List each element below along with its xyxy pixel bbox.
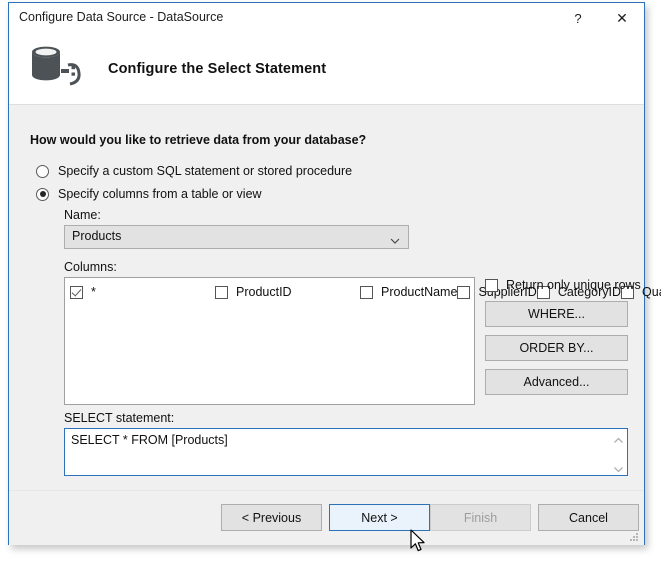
checkbox-icon-productname[interactable] (360, 285, 373, 299)
cancel-button[interactable]: Cancel (538, 504, 639, 531)
previous-button[interactable]: < Previous (221, 504, 322, 531)
checkbox-icon-all[interactable] (70, 285, 83, 299)
page-title: Configure the Select Statement (108, 61, 327, 77)
help-button[interactable]: ? (556, 3, 600, 34)
name-label: Name: (64, 208, 101, 222)
table-name-value: Products (72, 229, 122, 243)
table-name-dropdown[interactable]: Products (64, 225, 409, 249)
dialog-body: How would you like to retrieve data from… (9, 105, 661, 490)
next-button[interactable]: Next > (329, 504, 430, 531)
column-label: QuantityPerUnit (642, 285, 661, 299)
column-item[interactable]: * (70, 283, 215, 301)
column-item[interactable]: ProductID (215, 283, 360, 301)
checkbox-icon-productid[interactable] (215, 285, 228, 299)
radio-columns-table[interactable]: Specify columns from a table or view (36, 185, 262, 203)
database-connection-icon (27, 42, 83, 96)
select-statement-scrollbar[interactable] (609, 429, 627, 475)
return-unique-rows-label: Return only unique rows (506, 278, 641, 292)
finish-button: Finish (430, 504, 531, 531)
return-unique-rows-checkbox[interactable]: Return only unique rows (485, 278, 641, 292)
dialog-footer: < Previous Next > Finish Cancel (9, 490, 644, 545)
close-button[interactable]: ✕ (600, 3, 644, 34)
radio-label-columns-table: Specify columns from a table or view (58, 187, 262, 201)
radio-icon-columns-table[interactable] (36, 187, 49, 201)
advanced-button[interactable]: Advanced... (485, 369, 628, 395)
column-item[interactable]: ProductName (360, 283, 457, 301)
radio-icon-custom-sql[interactable] (36, 164, 49, 178)
scroll-up-icon[interactable] (613, 433, 624, 443)
dialog-header: Configure the Select Statement (9, 34, 644, 105)
order-by-button[interactable]: ORDER BY... (485, 335, 628, 361)
where-button[interactable]: WHERE... (485, 301, 628, 327)
columns-grid: * ProductID ProductName SupplierID Categ… (70, 283, 661, 301)
scroll-down-icon[interactable] (613, 461, 624, 473)
window-title: Configure Data Source - DataSource (19, 10, 224, 24)
configure-data-source-dialog: Configure Data Source - DataSource ? ✕ C… (8, 2, 661, 545)
close-icon: ✕ (616, 10, 628, 26)
title-bar: Configure Data Source - DataSource ? ✕ (9, 3, 644, 34)
checkbox-icon-unique-rows[interactable] (485, 278, 498, 292)
radio-label-custom-sql: Specify a custom SQL statement or stored… (58, 164, 353, 178)
select-statement-value: SELECT * FROM [Products] (71, 433, 228, 447)
select-statement-label: SELECT statement: (64, 411, 175, 425)
question-label: How would you like to retrieve data from… (30, 133, 367, 147)
radio-custom-sql[interactable]: Specify a custom SQL statement or stored… (36, 162, 352, 180)
columns-label: Columns: (64, 260, 117, 274)
question-mark-icon: ? (574, 11, 582, 26)
screen: Configure Data Source - DataSource ? ✕ C… (0, 0, 661, 562)
column-label: * (91, 285, 96, 299)
resize-grip-icon[interactable] (628, 530, 640, 542)
chevron-down-icon (390, 233, 400, 244)
columns-listbox[interactable]: * ProductID ProductName SupplierID Categ… (64, 277, 661, 405)
column-label: ProductName (381, 285, 458, 299)
checkbox-icon-supplierid[interactable] (457, 285, 471, 299)
column-label: ProductID (236, 285, 292, 299)
select-statement-textarea[interactable]: SELECT * FROM [Products] (64, 428, 628, 476)
